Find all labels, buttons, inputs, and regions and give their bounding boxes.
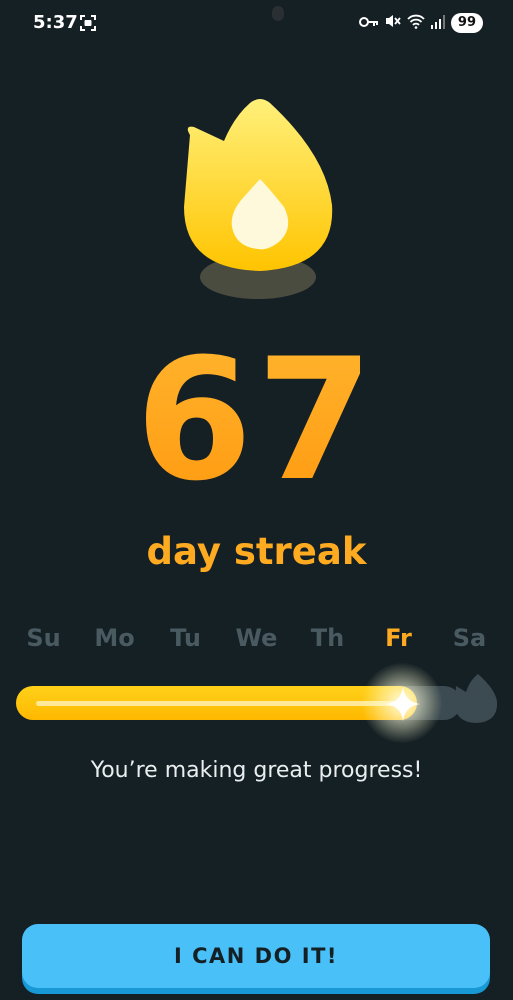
camera-cutout (272, 6, 284, 21)
day-we: We (235, 624, 278, 652)
progress-shine (36, 701, 397, 706)
day-tu: Tu (170, 624, 201, 652)
status-time: 5:37 (33, 12, 78, 33)
status-bar: 5:37 99 (0, 0, 513, 48)
day-mo: Mo (94, 624, 135, 652)
status-icons: 99 (358, 13, 483, 33)
day-th: Th (310, 624, 345, 652)
inactive-flame-icon (452, 672, 498, 728)
progress-fill (16, 686, 417, 720)
streak-label: day streak (146, 530, 367, 573)
key-icon (358, 14, 379, 33)
screenshot-icon (79, 14, 97, 36)
day-fr: Fr (385, 624, 412, 652)
signal-icon (430, 14, 445, 33)
streak-count: 67 (0, 330, 513, 510)
day-su: Su (26, 624, 61, 652)
day-sa: Sa (452, 624, 487, 652)
i-can-do-it-button[interactable]: I CAN DO IT! (22, 924, 490, 988)
sparkle-icon (386, 687, 420, 725)
encouragement-message: You’re making great progress! (90, 758, 423, 783)
flame-icon (176, 95, 346, 310)
week-days: Su Mo Tu We Th Fr Sa (8, 624, 505, 652)
wifi-icon (407, 14, 425, 33)
mute-icon (385, 13, 401, 33)
battery-icon: 99 (450, 13, 483, 33)
